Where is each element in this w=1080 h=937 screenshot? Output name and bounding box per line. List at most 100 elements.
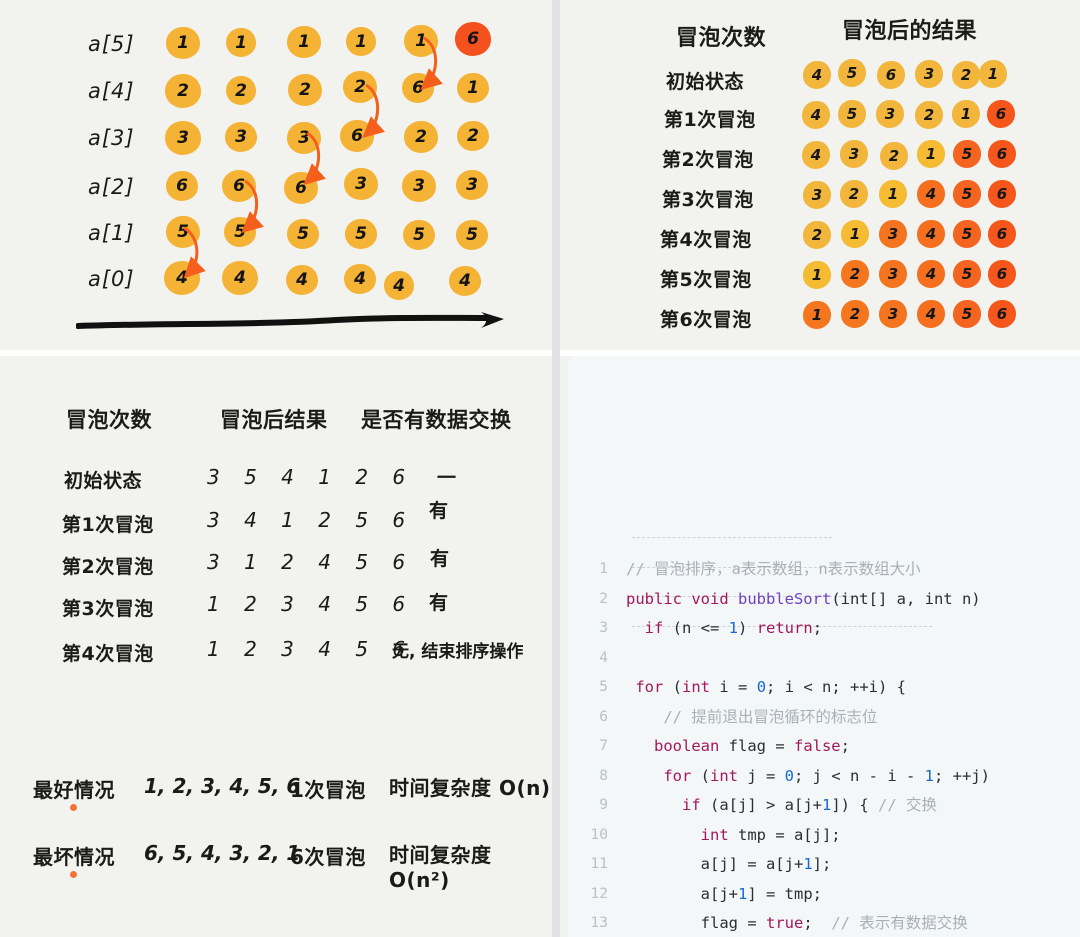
code-token: flag = [626, 914, 766, 932]
code-token: ; [812, 619, 823, 637]
row-label-a1: a[1] [88, 221, 135, 245]
horizontal-divider-left [0, 350, 552, 356]
bl-header-has-swap: 是否有数据交换 [355, 404, 519, 439]
line-number: 13 [590, 915, 608, 931]
code-token: ; ++j) [934, 766, 991, 785]
line-number: 5 [599, 679, 608, 695]
code-token: ; [840, 737, 850, 755]
code-token: ] = tmp; [747, 884, 822, 903]
tr-bubble-6-4: 5 [953, 300, 981, 328]
code-panel[interactable]: 1 // 冒泡排序，a表示数组，n表示数组大小 2 public void bubbl… [568, 356, 1080, 937]
tr-bubble-4-1: 1 [841, 220, 869, 248]
bubble-c2-r1: 5 [287, 219, 319, 249]
bubble-c1-r0: 4 [222, 261, 258, 295]
tr-bubble-1-3: 2 [915, 101, 943, 129]
tr-bubble-5-5: 6 [988, 260, 1016, 288]
bubble-c3-r4: 2 [343, 71, 377, 103]
bl-row-swap-4: 无, 结束排序操作 [392, 642, 524, 662]
code-line-7: 7 boolean flag = false; [568, 732, 1080, 762]
tr-row-label-3: 第3次冒泡 [662, 189, 754, 211]
code-block[interactable]: 1 // 冒泡排序，a表示数组，n表示数组大小 2 public void bubbl… [568, 356, 1080, 937]
bl-row-swap-0: 一 [437, 467, 457, 489]
code-token: j = [738, 766, 785, 785]
bubble-c5-r4: 1 [457, 73, 489, 103]
bubble-c3-r2: 3 [344, 168, 378, 200]
bubble-c0-r4: 2 [165, 74, 201, 108]
bubble-c0-r0: 4 [164, 261, 200, 295]
line-number: 10 [590, 826, 608, 843]
code-line-3: 3 if (n <= 1) return; [568, 614, 1080, 644]
bl-row-swap-3: 有 [429, 592, 449, 614]
tr-bubble-3-1: 2 [840, 180, 868, 208]
line-number: 9 [599, 797, 608, 813]
code-token: return [756, 619, 813, 637]
bl-header-pass-count: 冒泡次数 [60, 404, 160, 439]
code-token: 1 [822, 796, 832, 814]
code-line-6: 6 // 提前退出冒泡循环的标志位 [568, 703, 1080, 733]
tr-bubble-0-3: 3 [915, 60, 943, 88]
bl-row-label-2: 第2次冒泡 [62, 556, 154, 578]
tr-bubble-3-0: 3 [803, 181, 831, 209]
bubble-rounds-panel: 冒泡次数 冒泡后的结果 初始状态 第1次冒泡 第2次冒泡 第3次冒泡 第4次冒泡… [560, 0, 1080, 350]
case-worst-dot [70, 871, 77, 878]
tr-bubble-1-2: 3 [876, 100, 904, 128]
code-token: ( [691, 766, 710, 785]
tr-row-label-6: 第6次冒泡 [660, 309, 752, 331]
code-token: false [793, 737, 841, 755]
code-token: ]; [812, 855, 832, 873]
case-worst-passes: 6次冒泡 [290, 845, 366, 869]
code-token: int [710, 766, 738, 785]
line-number: 11 [590, 856, 608, 872]
bubble-c4-r5: 1 [404, 25, 438, 57]
code-line-13: 13 flag = true; // 表示有数据交换 [568, 909, 1080, 937]
tr-bubble-2-2: 2 [880, 142, 908, 170]
bubble-c3-r5: 1 [346, 27, 376, 56]
code-token: int [700, 825, 729, 844]
tr-bubble-0-0: 4 [803, 61, 831, 89]
code-token: // 交换 [878, 796, 938, 814]
header-pass-count: 冒泡次数 [669, 20, 775, 57]
code-token: public void [626, 589, 738, 608]
tr-bubble-2-0: 4 [802, 141, 830, 169]
header-result-after-pass: 冒泡后的结果 [835, 13, 986, 50]
code-token: ; j < n - i - [794, 766, 925, 785]
tr-bubble-6-5: 6 [988, 300, 1016, 328]
tr-bubble-1-5: 6 [987, 100, 1015, 128]
tr-bubble-3-3: 4 [917, 180, 945, 208]
pass-summary-panel: 冒泡次数 冒泡后结果 是否有数据交换 初始状态 3 5 4 1 2 6 一 第1… [0, 356, 552, 937]
time-direction-arrow [76, 312, 504, 329]
case-worst-data: 6, 5, 4, 3, 2, 1 [144, 841, 301, 865]
row-label-a0: a[0] [88, 267, 135, 291]
bubble-grid: a[5] a[4] a[3] a[2] a[1] a[0] 1 2 3 6 5 … [0, 0, 552, 350]
tr-bubble-4-5: 6 [988, 220, 1016, 248]
screenshot-root: a[5] a[4] a[3] a[2] a[1] a[0] 1 2 3 6 5 … [0, 0, 1080, 937]
code-token: (n <= [663, 619, 729, 637]
code-token: i = [710, 678, 757, 696]
code-token: boolean [654, 737, 720, 755]
code-line-10: 10 int tmp = a[j]; [568, 821, 1080, 851]
tr-bubble-6-1: 2 [841, 300, 869, 328]
code-token: int [682, 678, 711, 696]
tr-bubble-3-5: 6 [988, 180, 1016, 208]
code-token: bubbleSort [737, 589, 832, 608]
bubble-c4-r1: 5 [403, 220, 435, 250]
line-number: 12 [590, 885, 608, 902]
bubble-c0-r1: 5 [166, 216, 200, 248]
bl-row-seq-4: 1 2 3 4 5 6 [207, 637, 415, 661]
bubble-c1-r1: 5 [224, 217, 256, 247]
code-token: if [644, 619, 664, 637]
tr-bubble-3-4: 5 [953, 180, 981, 208]
tr-bubble-5-4: 5 [953, 260, 981, 288]
code-line-4: 4 [568, 644, 1080, 674]
bubble-c1-r2: 6 [222, 170, 256, 202]
line-number: 1 [599, 561, 608, 577]
tr-row-label-1: 第1次冒泡 [664, 109, 756, 131]
tr-bubble-0-5: 1 [979, 60, 1007, 88]
code-token: ) [738, 619, 757, 637]
code-token: ; [803, 914, 832, 932]
